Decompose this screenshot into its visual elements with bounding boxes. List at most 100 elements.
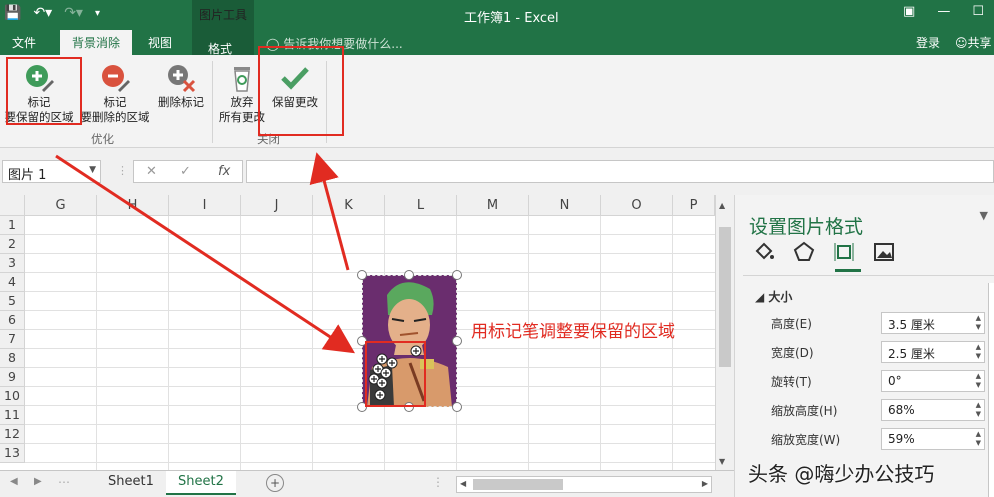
- share-button[interactable]: ☺共享: [955, 34, 992, 51]
- size-field-value: 3.5 厘米: [888, 318, 935, 332]
- spinner-icon[interactable]: ▲ ▼: [976, 430, 981, 448]
- column-header-p[interactable]: P: [673, 195, 715, 216]
- vertical-scrollbar[interactable]: ▲ ▼: [715, 195, 734, 470]
- grid-line: [600, 216, 601, 470]
- row-header-5[interactable]: 5: [0, 292, 25, 311]
- spinner-icon[interactable]: ▲ ▼: [976, 401, 981, 419]
- horizontal-scrollbar[interactable]: ◀ ▶: [456, 476, 712, 493]
- row-header-9[interactable]: 9: [0, 368, 25, 387]
- customize-qat-icon[interactable]: ▾: [95, 8, 100, 21]
- size-properties-icon[interactable]: [833, 241, 855, 263]
- enter-icon[interactable]: ✓: [180, 164, 191, 179]
- size-field-label: 旋转(T): [771, 375, 812, 389]
- size-field-label: 高度(E): [771, 317, 812, 331]
- insert-function-icon[interactable]: fx: [218, 164, 230, 179]
- redo-icon[interactable]: ↷▾: [64, 5, 83, 21]
- row-header-6[interactable]: 6: [0, 311, 25, 330]
- tabs-more-icon[interactable]: ⋯: [58, 475, 70, 489]
- sheet-tab-sheet1[interactable]: Sheet1: [96, 471, 166, 495]
- pane-scrollbar[interactable]: [988, 283, 994, 497]
- highlight-box-keep-changes: [258, 46, 344, 136]
- size-field-input[interactable]: 2.5 厘米 ▲ ▼: [881, 341, 985, 363]
- name-box-dropdown-icon[interactable]: ▼: [89, 165, 96, 175]
- tab-splitter-icon[interactable]: ⋮: [432, 475, 444, 489]
- row-header-3[interactable]: 3: [0, 254, 25, 273]
- watermark: 头条 @嗨少办公技巧: [748, 462, 935, 486]
- worksheet-grid[interactable]: G H I J K L M N O P 1 2 3 4 5 6 7 8 9 10 11 12 13 用标记笔调整要保留的区域: [0, 195, 734, 470]
- cancel-icon[interactable]: ✕: [146, 164, 157, 179]
- scroll-left-icon[interactable]: ◀: [460, 479, 466, 488]
- resize-handle[interactable]: [452, 336, 462, 346]
- formula-input[interactable]: [246, 160, 994, 183]
- row-header-8[interactable]: 8: [0, 349, 25, 368]
- ribbon-display-icon[interactable]: ▣: [903, 4, 915, 19]
- formula-buttons: ✕ ✓ fx: [133, 160, 243, 183]
- sheet-tab-bar: ◀ ▶ ⋯ Sheet1 Sheet2 + ⋮ ◀ ▶: [0, 470, 734, 497]
- row-header-10[interactable]: 10: [0, 387, 25, 406]
- sheet-tab-sheet2[interactable]: Sheet2: [166, 471, 236, 495]
- column-header-j[interactable]: J: [241, 195, 313, 216]
- size-section-header[interactable]: ◢ 大小: [755, 288, 792, 305]
- ribbon: 标记 要保留的区域 标记 要删除的区域 删除标记 放弃 所有更改 保留更改 优化…: [0, 46, 994, 148]
- pane-category-icons: [753, 241, 895, 263]
- resize-handle[interactable]: [452, 270, 462, 280]
- delete-mark-button[interactable]: 删除标记: [154, 63, 208, 110]
- undo-icon[interactable]: ↶▾: [33, 5, 52, 21]
- horizontal-scroll-thumb[interactable]: [473, 479, 563, 490]
- column-header-m[interactable]: M: [457, 195, 529, 216]
- column-header-o[interactable]: O: [601, 195, 673, 216]
- size-field-input[interactable]: 3.5 厘米 ▲ ▼: [881, 312, 985, 334]
- column-header-l[interactable]: L: [385, 195, 457, 216]
- scroll-tabs-left-icon[interactable]: ◀: [10, 476, 18, 487]
- collapse-triangle-icon: ◢: [755, 290, 765, 304]
- size-field-input[interactable]: 59% ▲ ▼: [881, 428, 985, 450]
- column-header-n[interactable]: N: [529, 195, 601, 216]
- mark-areas-to-remove-button[interactable]: 标记 要删除的区域: [80, 63, 150, 125]
- tab-file[interactable]: 文件: [12, 34, 36, 51]
- size-field-input[interactable]: 68% ▲ ▼: [881, 399, 985, 421]
- spinner-icon[interactable]: ▲ ▼: [976, 314, 981, 332]
- vertical-scroll-thumb[interactable]: [719, 227, 731, 367]
- column-header-g[interactable]: G: [25, 195, 97, 216]
- column-header-i[interactable]: I: [169, 195, 241, 216]
- scroll-right-icon[interactable]: ▶: [702, 479, 708, 488]
- scroll-down-icon[interactable]: ▼: [719, 457, 725, 466]
- picture-tools-context: 图片工具 格式: [192, 0, 254, 56]
- row-header-11[interactable]: 11: [0, 406, 25, 425]
- grid-line: [25, 234, 715, 235]
- tab-background-removal[interactable]: 背景消除: [60, 30, 133, 55]
- picture-icon[interactable]: [873, 241, 895, 263]
- row-header-12[interactable]: 12: [0, 425, 25, 444]
- spinner-icon[interactable]: ▲ ▼: [976, 372, 981, 390]
- column-header-h[interactable]: H: [97, 195, 169, 216]
- size-field-label: 缩放高度(H): [771, 404, 838, 418]
- grid-line: [25, 462, 715, 463]
- row-header-4[interactable]: 4: [0, 273, 25, 292]
- document-title: 工作簿1 - Excel: [464, 11, 559, 26]
- resize-handle[interactable]: [452, 402, 462, 412]
- row-header-2[interactable]: 2: [0, 235, 25, 254]
- save-icon[interactable]: 💾: [4, 5, 21, 21]
- tab-view[interactable]: 视图: [148, 34, 172, 51]
- scroll-tabs-right-icon[interactable]: ▶: [34, 476, 42, 487]
- pane-options-icon[interactable]: ▼: [980, 209, 988, 222]
- spinner-icon[interactable]: ▲ ▼: [976, 343, 981, 361]
- resize-handle[interactable]: [404, 270, 414, 280]
- name-box[interactable]: 图片 1 ▼: [2, 160, 101, 183]
- sign-in-link[interactable]: 登录: [916, 34, 940, 51]
- row-header-1[interactable]: 1: [0, 216, 25, 235]
- minimize-icon[interactable]: —: [937, 4, 950, 19]
- select-all-corner[interactable]: [0, 195, 25, 216]
- row-header-13[interactable]: 13: [0, 444, 25, 463]
- resize-handle[interactable]: [357, 270, 367, 280]
- title-bar: 💾 ↶▾ ↷▾ ▾ 工作簿1 - Excel ▣ — ☐: [0, 0, 994, 30]
- fill-bucket-icon[interactable]: [753, 241, 775, 263]
- size-field-input[interactable]: 0° ▲ ▼: [881, 370, 985, 392]
- scroll-up-icon[interactable]: ▲: [719, 201, 725, 210]
- maximize-icon[interactable]: ☐: [972, 4, 984, 19]
- add-sheet-icon[interactable]: +: [266, 474, 284, 492]
- picture-tools-label: 图片工具: [198, 8, 247, 22]
- row-header-7[interactable]: 7: [0, 330, 25, 349]
- effects-pentagon-icon[interactable]: [793, 241, 815, 263]
- column-header-k[interactable]: K: [313, 195, 385, 216]
